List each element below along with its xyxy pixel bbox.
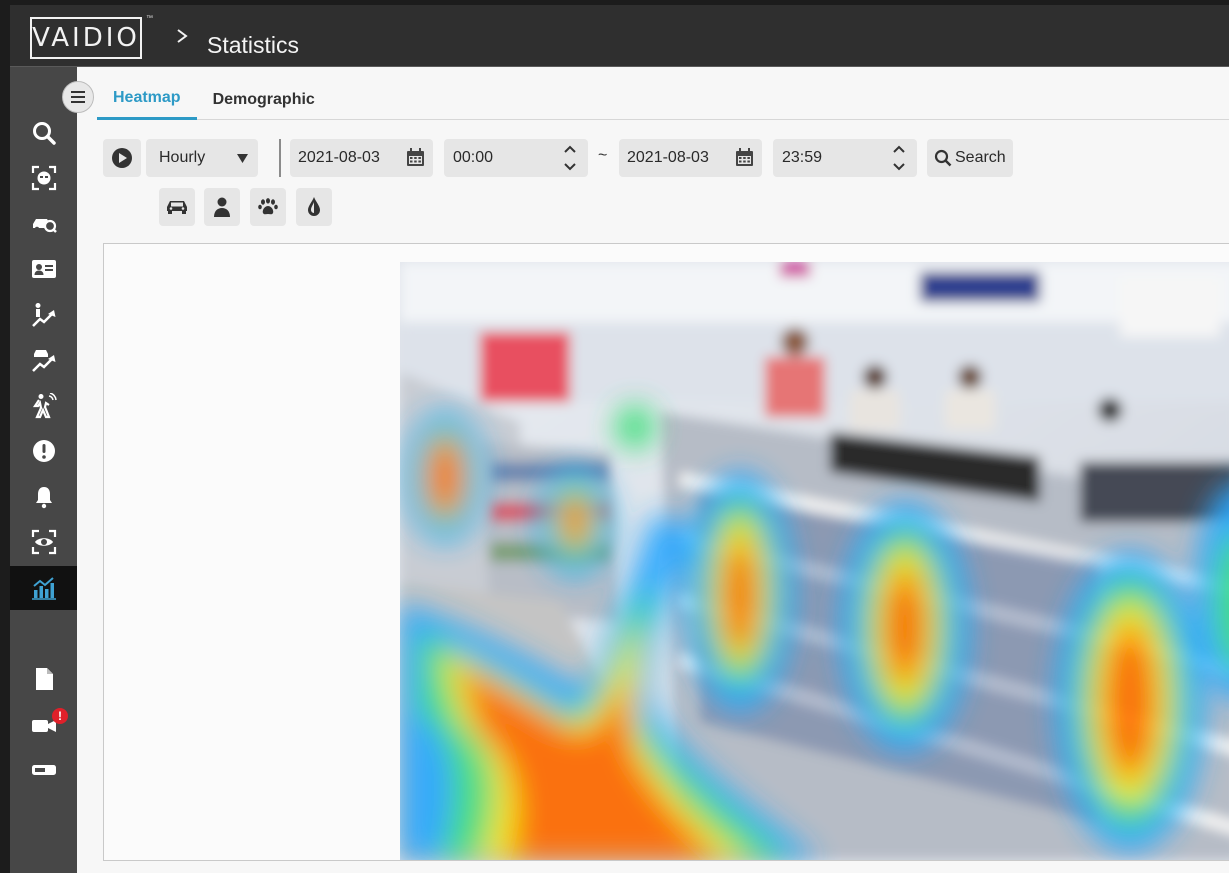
face-scan-icon (31, 165, 56, 191)
filter-person-toggle[interactable] (204, 188, 240, 226)
sidebar-item-cameras[interactable]: ! (10, 703, 77, 747)
intrusion-icon (32, 393, 57, 419)
start-date-value: 2021-08-03 (298, 149, 380, 166)
sidebar-item-vehicle-trend[interactable] (10, 338, 77, 382)
time-stepper-icon[interactable] (564, 144, 576, 172)
menu-toggle-button[interactable] (62, 81, 94, 113)
interval-select[interactable]: Hourly (146, 139, 258, 177)
search-button[interactable]: Search (927, 139, 1013, 177)
sidebar-item-watch[interactable] (10, 520, 77, 564)
sidebar-item-alerts[interactable] (10, 429, 77, 473)
sidebar-item-face-search[interactable] (10, 156, 77, 200)
sidebar: ! (10, 67, 77, 873)
play-button[interactable] (103, 139, 141, 177)
end-time-field[interactable]: 23:59 (773, 139, 917, 177)
start-time-field[interactable]: 00:00 (444, 139, 588, 177)
interval-value: Hourly (159, 149, 206, 166)
calendar-icon[interactable] (406, 148, 425, 167)
tab-bar: Heatmap Demographic (97, 79, 331, 121)
trademark-mark: ™ (146, 15, 153, 22)
statistics-icon (31, 577, 56, 600)
start-date-field[interactable]: 2021-08-03 (290, 139, 433, 177)
caret-down-icon (237, 154, 248, 163)
search-icon (32, 122, 56, 145)
storage-icon (31, 765, 56, 775)
heatmap-image[interactable] (400, 262, 1229, 860)
app-window: VAIDIO ™ Statistics ! Heatmap Demographi… (10, 5, 1229, 873)
sidebar-item-reports[interactable] (10, 657, 77, 701)
end-date-value: 2021-08-03 (627, 149, 709, 166)
filter-animal-toggle[interactable] (250, 188, 286, 226)
droplet-icon (308, 197, 320, 216)
chevron-right-icon (177, 29, 188, 43)
eye-scan-icon (31, 529, 56, 555)
sidebar-item-statistics[interactable] (10, 566, 77, 610)
filter-vehicle-toggle[interactable] (159, 188, 195, 226)
start-time-value: 00:00 (453, 149, 494, 166)
search-icon (934, 149, 952, 167)
person-trend-icon (31, 303, 55, 327)
main-content: Heatmap Demographic Hourly 2021-08-03 00… (77, 67, 1229, 873)
filter-divider (279, 139, 281, 177)
vaidio-logo[interactable]: VAIDIO (30, 17, 142, 59)
tab-demographic[interactable]: Demographic (197, 79, 331, 120)
sidebar-item-storage[interactable] (10, 748, 77, 792)
car-icon (167, 201, 187, 214)
top-bar: VAIDIO ™ Statistics (10, 5, 1229, 67)
report-icon (35, 668, 53, 690)
id-card-icon (31, 260, 56, 278)
store-heatmap-overlay (400, 262, 1229, 860)
tab-heatmap[interactable]: Heatmap (97, 79, 197, 120)
sidebar-item-notifications[interactable] (10, 475, 77, 519)
search-label: Search (955, 149, 1006, 166)
hamburger-icon (71, 91, 85, 103)
end-time-value: 23:59 (782, 149, 823, 166)
end-date-field[interactable]: 2021-08-03 (619, 139, 762, 177)
person-icon (214, 197, 230, 217)
sidebar-item-intrusion[interactable] (10, 384, 77, 428)
range-separator: ~ (598, 147, 608, 164)
sidebar-item-vehicle-search[interactable] (10, 202, 77, 246)
filter-liquid-toggle[interactable] (296, 188, 332, 226)
alert-icon (32, 440, 55, 462)
sidebar-item-person-trend[interactable] (10, 293, 77, 337)
camera-warning-badge: ! (52, 708, 68, 724)
time-stepper-icon[interactable] (893, 144, 905, 172)
heatmap-viewer (103, 243, 1229, 861)
play-icon (112, 148, 132, 168)
page-title: Statistics (207, 32, 300, 58)
vehicle-search-icon (32, 219, 57, 233)
calendar-icon[interactable] (735, 148, 754, 167)
sidebar-item-id-card[interactable] (10, 247, 77, 291)
paw-icon (258, 198, 278, 215)
bell-icon (35, 487, 52, 509)
vehicle-trend-icon (31, 350, 55, 372)
sidebar-item-search[interactable] (10, 111, 77, 155)
